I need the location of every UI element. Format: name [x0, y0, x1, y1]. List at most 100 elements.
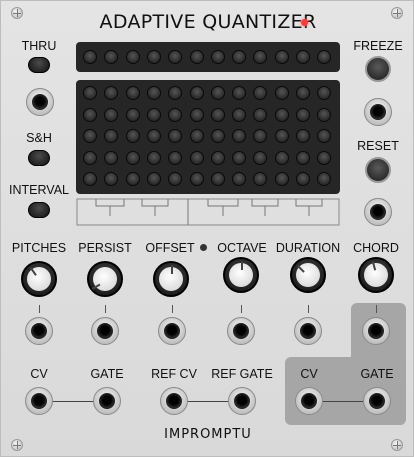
freeze-button[interactable]	[365, 56, 391, 82]
matrix-cell[interactable]	[146, 107, 161, 122]
matrix-cell[interactable]	[168, 150, 183, 165]
matrix-cell[interactable]	[83, 107, 97, 122]
duration-cv-jack[interactable]	[294, 317, 322, 345]
cv-input-jack[interactable]	[25, 387, 53, 415]
matrix-cell[interactable]	[210, 172, 225, 186]
cv-output-jack[interactable]	[295, 387, 323, 415]
thru-button[interactable]	[28, 57, 50, 73]
matrix-cell[interactable]	[274, 172, 289, 186]
persist-cv-jack[interactable]	[91, 317, 119, 345]
top-row-cell[interactable]	[146, 50, 161, 64]
matrix-cell[interactable]	[317, 150, 332, 165]
matrix-cell[interactable]	[232, 86, 247, 100]
matrix-cell[interactable]	[168, 129, 183, 143]
matrix-cell[interactable]	[168, 172, 183, 186]
matrix-cell[interactable]	[296, 150, 310, 165]
matrix-cell[interactable]	[104, 129, 119, 143]
matrix-cell[interactable]	[168, 107, 183, 122]
matrix-cell[interactable]	[274, 150, 289, 165]
matrix-cell[interactable]	[189, 107, 204, 122]
matrix-cell[interactable]	[317, 172, 332, 186]
top-row-cell[interactable]	[274, 50, 289, 64]
matrix-cell[interactable]	[104, 107, 119, 122]
matrix-cell[interactable]	[296, 172, 310, 186]
matrix-cell[interactable]	[296, 107, 310, 122]
gate-output-jack[interactable]	[363, 387, 391, 415]
top-row-cell[interactable]	[253, 50, 268, 64]
pitches-cv-jack[interactable]	[25, 317, 53, 345]
matrix-cell[interactable]	[189, 86, 204, 100]
matrix-cell[interactable]	[104, 172, 119, 186]
matrix-cell[interactable]	[125, 107, 140, 122]
top-row-cell[interactable]	[232, 50, 247, 64]
interval-button[interactable]	[28, 202, 50, 218]
sh-button[interactable]	[28, 150, 50, 166]
matrix-cell[interactable]	[125, 86, 140, 100]
matrix-cell[interactable]	[125, 150, 140, 165]
matrix-cell[interactable]	[189, 129, 204, 143]
matrix-cell[interactable]	[253, 129, 268, 143]
matrix-cell[interactable]	[253, 107, 268, 122]
chord-cv-jack[interactable]	[362, 317, 390, 345]
matrix-cell[interactable]	[168, 86, 183, 100]
matrix-cell[interactable]	[104, 86, 119, 100]
matrix-cell[interactable]	[146, 129, 161, 143]
ref-gate-input-jack[interactable]	[228, 387, 256, 415]
top-row-cell[interactable]	[104, 50, 119, 64]
top-row-cell[interactable]	[125, 50, 140, 64]
matrix-cell[interactable]	[125, 172, 140, 186]
matrix-cell[interactable]	[253, 172, 268, 186]
matrix-cell[interactable]	[210, 150, 225, 165]
ref-cv-input-jack[interactable]	[160, 387, 188, 415]
chord-knob[interactable]	[358, 257, 394, 293]
knob-label-chord: CHORD	[353, 241, 399, 255]
matrix-cell[interactable]	[317, 107, 332, 122]
top-row-cell[interactable]	[296, 50, 310, 64]
matrix-cell[interactable]	[253, 150, 268, 165]
octave-cv-jack[interactable]	[227, 317, 255, 345]
matrix-cell[interactable]	[232, 150, 247, 165]
matrix-cell[interactable]	[274, 129, 289, 143]
matrix-cell[interactable]	[274, 86, 289, 100]
matrix-cell[interactable]	[83, 129, 97, 143]
reset-input-jack[interactable]	[364, 198, 392, 226]
matrix-cell[interactable]	[274, 107, 289, 122]
matrix-cell[interactable]	[104, 150, 119, 165]
matrix-cell[interactable]	[210, 86, 225, 100]
matrix-cell[interactable]	[189, 150, 204, 165]
matrix-cell[interactable]	[146, 86, 161, 100]
reset-button[interactable]	[365, 157, 391, 183]
top-row-cell[interactable]	[83, 50, 97, 64]
matrix-cell[interactable]	[232, 129, 247, 143]
matrix-cell[interactable]	[317, 129, 332, 143]
freeze-input-jack[interactable]	[364, 98, 392, 126]
thru-input-jack[interactable]	[26, 88, 54, 116]
matrix-cell[interactable]	[83, 150, 97, 165]
matrix-cell[interactable]	[189, 172, 204, 186]
pitches-knob[interactable]	[21, 261, 57, 297]
offset-knob[interactable]	[153, 261, 189, 297]
matrix-cell[interactable]	[232, 107, 247, 122]
gate-input-jack[interactable]	[93, 387, 121, 415]
octave-knob[interactable]	[223, 257, 259, 293]
matrix-cell[interactable]	[83, 172, 97, 186]
duration-knob[interactable]	[290, 257, 326, 293]
matrix-cell[interactable]	[83, 86, 97, 100]
matrix-cell[interactable]	[232, 172, 247, 186]
reset-label: RESET	[357, 139, 399, 153]
matrix-cell[interactable]	[210, 107, 225, 122]
matrix-cell[interactable]	[210, 129, 225, 143]
matrix-cell[interactable]	[253, 86, 268, 100]
matrix-cell[interactable]	[296, 86, 310, 100]
matrix-cell[interactable]	[146, 150, 161, 165]
offset-cv-jack[interactable]	[158, 317, 186, 345]
matrix-cell[interactable]	[125, 129, 140, 143]
matrix-cell[interactable]	[296, 129, 310, 143]
top-row-cell[interactable]	[210, 50, 225, 64]
top-row-cell[interactable]	[189, 50, 204, 64]
top-row-cell[interactable]	[317, 50, 332, 64]
top-row-cell[interactable]	[168, 50, 183, 64]
matrix-cell[interactable]	[146, 172, 161, 186]
persist-knob[interactable]	[87, 261, 123, 297]
matrix-cell[interactable]	[317, 86, 332, 100]
